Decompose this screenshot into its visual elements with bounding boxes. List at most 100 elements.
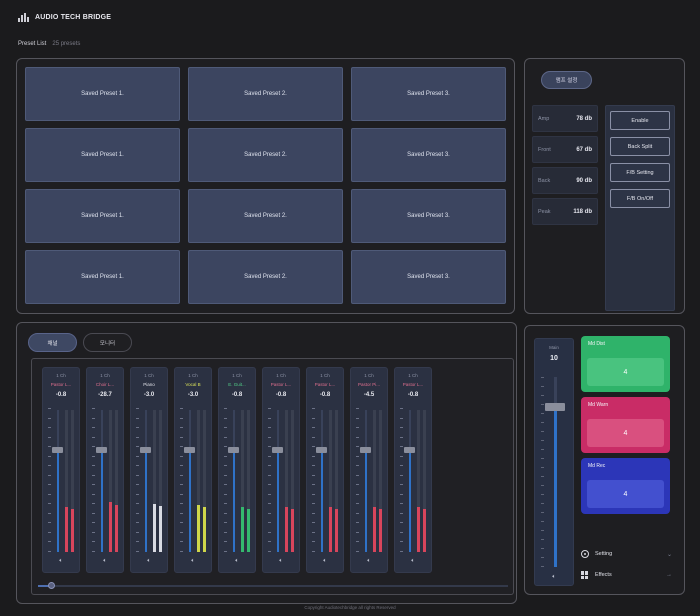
speaker-icon[interactable]: 🔈︎ [263,558,299,565]
amp-control-button[interactable]: Back Split [610,137,670,156]
channel-name: E. Guit... [228,382,246,387]
fader-scale [400,408,403,553]
effects-menu-item[interactable]: Effects → [581,571,672,579]
fader-scale [356,408,359,553]
channel-number: 1 Ch [100,373,110,378]
scrollbar-handle[interactable] [48,582,55,589]
preset-button[interactable]: Saved Preset 1. [25,67,180,121]
channel-db-value: -3.0 [143,392,155,398]
effect-card[interactable]: Md Dist 4 [581,336,670,392]
level-meter-fill [153,504,156,552]
fader-knob[interactable] [96,447,107,453]
channel-strip: 1 Ch E. Guit... -0.8 🔈︎ [218,367,256,573]
preset-button[interactable]: Saved Preset 2. [188,250,343,304]
effect-value[interactable]: 4 [587,419,664,447]
fader-knob[interactable] [316,447,327,453]
speaker-icon[interactable]: 🔈︎ [395,558,431,565]
channel-strip: 1 Ch Pastor L... -0.8 🔈︎ [306,367,344,573]
channel-db-value: -28.7 [98,392,112,398]
level-meter-fill [247,509,250,552]
meter-value: 118 db [573,208,592,215]
effect-card[interactable]: Md Rec 4 [581,458,670,514]
speaker-icon[interactable]: 🔈︎ [307,558,343,565]
fader-knob[interactable] [228,447,239,453]
mixer-tab[interactable]: 채널 [28,333,77,352]
fader-fill [101,450,103,552]
level-meter-fill [329,507,332,552]
preset-button[interactable]: Saved Preset 3. [351,67,506,121]
master-fader-knob[interactable] [545,403,565,411]
effect-value[interactable]: 4 [587,358,664,386]
level-meter-fill [291,509,294,552]
speaker-icon[interactable]: 🔈︎ [43,558,79,565]
channel-name: Piano [143,382,155,387]
master-fader-fill [554,407,557,567]
preset-button[interactable]: Saved Preset 1. [25,189,180,243]
level-meter-fill [197,505,200,552]
effect-card[interactable]: Md Warn 4 [581,397,670,453]
meter-value: 78 db [576,115,592,122]
channel-name: Pastor Pi... [357,382,380,387]
preset-button[interactable]: Saved Preset 2. [188,128,343,182]
setting-menu-item[interactable]: Setting ⌄ [581,550,672,558]
app-header: AUDIO TECH BRIDGE [18,13,111,22]
fader-knob[interactable] [140,447,151,453]
meter-label: Front [538,146,551,153]
fader-scale [92,408,95,553]
horizontal-scrollbar[interactable] [38,582,508,589]
channel-db-value: -0.8 [55,392,67,398]
effect-value[interactable]: 4 [587,480,664,508]
level-meter: Amp 78 db [532,105,598,132]
meter-value: 90 db [576,177,592,184]
master-value: 10 [550,355,558,362]
preset-button[interactable]: Saved Preset 3. [351,189,506,243]
channel-db-value: -3.0 [187,392,199,398]
audio-bars-icon [18,13,29,22]
level-meter-fill [379,509,382,552]
speaker-icon[interactable]: 🔈︎ [175,558,211,565]
fader-fill [321,450,323,552]
preset-button[interactable]: Saved Preset 3. [351,128,506,182]
level-meter-fill [417,507,420,552]
channel-number: 1 Ch [56,373,66,378]
fader-fill [57,450,59,552]
amp-control-button[interactable]: Enable [610,111,670,130]
fader-knob[interactable] [360,447,371,453]
speaker-icon[interactable]: 🔈︎ [219,558,255,565]
speaker-icon[interactable]: 🔈︎ [351,558,387,565]
preset-button[interactable]: Saved Preset 1. [25,128,180,182]
level-meter: Back 90 db [532,167,598,194]
arrow-right-icon: → [666,572,672,578]
preset-button[interactable]: Saved Preset 3. [351,250,506,304]
channel-db-value: -4.5 [363,392,375,398]
channel-number: 1 Ch [408,373,418,378]
channel-strip: 1 Ch Pastor L... -0.8 🔈︎ [262,367,300,573]
channel-number: 1 Ch [188,373,198,378]
fader-knob[interactable] [272,447,283,453]
fader-knob[interactable] [52,447,63,453]
meter-value: 67 db [576,146,592,153]
chevron-down-icon: ⌄ [666,551,672,558]
level-meter-fill [65,507,68,552]
level-meter-fill [71,509,74,552]
amp-control-button[interactable]: F/B On/Off [610,189,670,208]
channel-number: 1 Ch [320,373,330,378]
speaker-icon[interactable]: 🔈︎ [87,558,123,565]
effect-label: Md Rec [588,463,606,469]
preset-button[interactable]: Saved Preset 2. [188,67,343,121]
preset-count: 25 presets [52,41,81,47]
gear-icon [581,550,589,558]
speaker-icon[interactable]: 🔈︎ [131,558,167,565]
fader-knob[interactable] [404,447,415,453]
meter-label: Peak [538,208,551,215]
mixer-tab[interactable]: 모니터 [83,333,132,352]
speaker-icon[interactable]: 🔈︎ [535,574,573,581]
level-meter-fill [115,505,118,552]
preset-button[interactable]: Saved Preset 2. [188,189,343,243]
setting-label: Setting [595,551,613,557]
amp-settings-button[interactable]: 앰프 설정 [541,71,592,89]
fader-knob[interactable] [184,447,195,453]
amp-control-button[interactable]: F/B Setting [610,163,670,182]
preset-button[interactable]: Saved Preset 1. [25,250,180,304]
preset-grid: Saved Preset 1. Saved Preset 2. Saved Pres… [25,67,506,304]
